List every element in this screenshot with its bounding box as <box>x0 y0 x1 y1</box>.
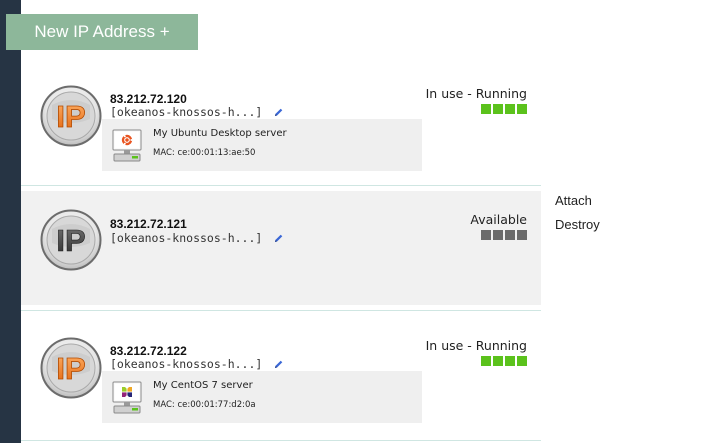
monitor-icon <box>112 381 142 414</box>
centos-logo-icon <box>122 385 132 399</box>
new-ip-address-button[interactable]: New IP Address + <box>6 14 198 50</box>
status-indicator <box>481 104 527 114</box>
ip-address: 83.212.72.121 <box>110 217 187 231</box>
svg-text:IP: IP <box>56 99 85 134</box>
pencil-icon[interactable] <box>273 107 284 118</box>
svg-text:IP: IP <box>56 223 85 258</box>
ip-tag-text: [okeanos-knossos-h...] <box>110 105 263 119</box>
row-divider <box>21 185 541 186</box>
ip-tag: [okeanos-knossos-h...] <box>110 357 284 371</box>
ip-row: IP 83.212.72.120 [okeanos-knossos-h...] … <box>21 70 541 185</box>
ip-address: 83.212.72.120 <box>110 92 187 106</box>
status-indicator <box>481 230 527 240</box>
status-text: Available <box>470 212 527 227</box>
ip-badge-orange-icon: IP <box>40 85 102 147</box>
vm-name: My Ubuntu Desktop server <box>153 128 287 139</box>
svg-text:IP: IP <box>56 351 85 386</box>
vm-card[interactable]: My Ubuntu Desktop server MAC: ce:00:01:1… <box>102 119 422 171</box>
ip-badge-grey-icon: IP <box>40 209 102 271</box>
status-text: In use - Running <box>425 338 527 353</box>
ip-tag-text: [okeanos-knossos-h...] <box>110 231 263 245</box>
row-divider <box>21 440 541 441</box>
ip-address: 83.212.72.122 <box>110 344 187 358</box>
vm-mac-address: MAC: ce:00:01:13:ae:50 <box>153 148 256 158</box>
vm-mac-address: MAC: ce:00:01:77:d2:0a <box>153 400 256 410</box>
monitor-icon <box>112 129 142 162</box>
status-indicator <box>481 356 527 366</box>
destroy-link[interactable]: Destroy <box>555 217 600 232</box>
ip-tag: [okeanos-knossos-h...] <box>110 231 284 245</box>
vm-name: My CentOS 7 server <box>153 380 253 391</box>
pencil-icon[interactable] <box>273 359 284 370</box>
row-divider <box>21 310 541 311</box>
ip-row: IP 83.212.72.122 [okeanos-knossos-h...] <box>21 320 541 435</box>
ip-tag-text: [okeanos-knossos-h...] <box>110 357 263 371</box>
ip-tag: [okeanos-knossos-h...] <box>110 105 284 119</box>
vm-card[interactable]: My CentOS 7 server MAC: ce:00:01:77:d2:0… <box>102 371 422 423</box>
ip-badge-orange-icon: IP <box>40 337 102 399</box>
status-text: In use - Running <box>425 86 527 101</box>
pencil-icon[interactable] <box>273 233 284 244</box>
attach-link[interactable]: Attach <box>555 193 592 208</box>
left-rail <box>0 0 21 443</box>
ip-row-selected[interactable]: IP 83.212.72.121 [okeanos-knossos-h...] … <box>21 191 541 305</box>
